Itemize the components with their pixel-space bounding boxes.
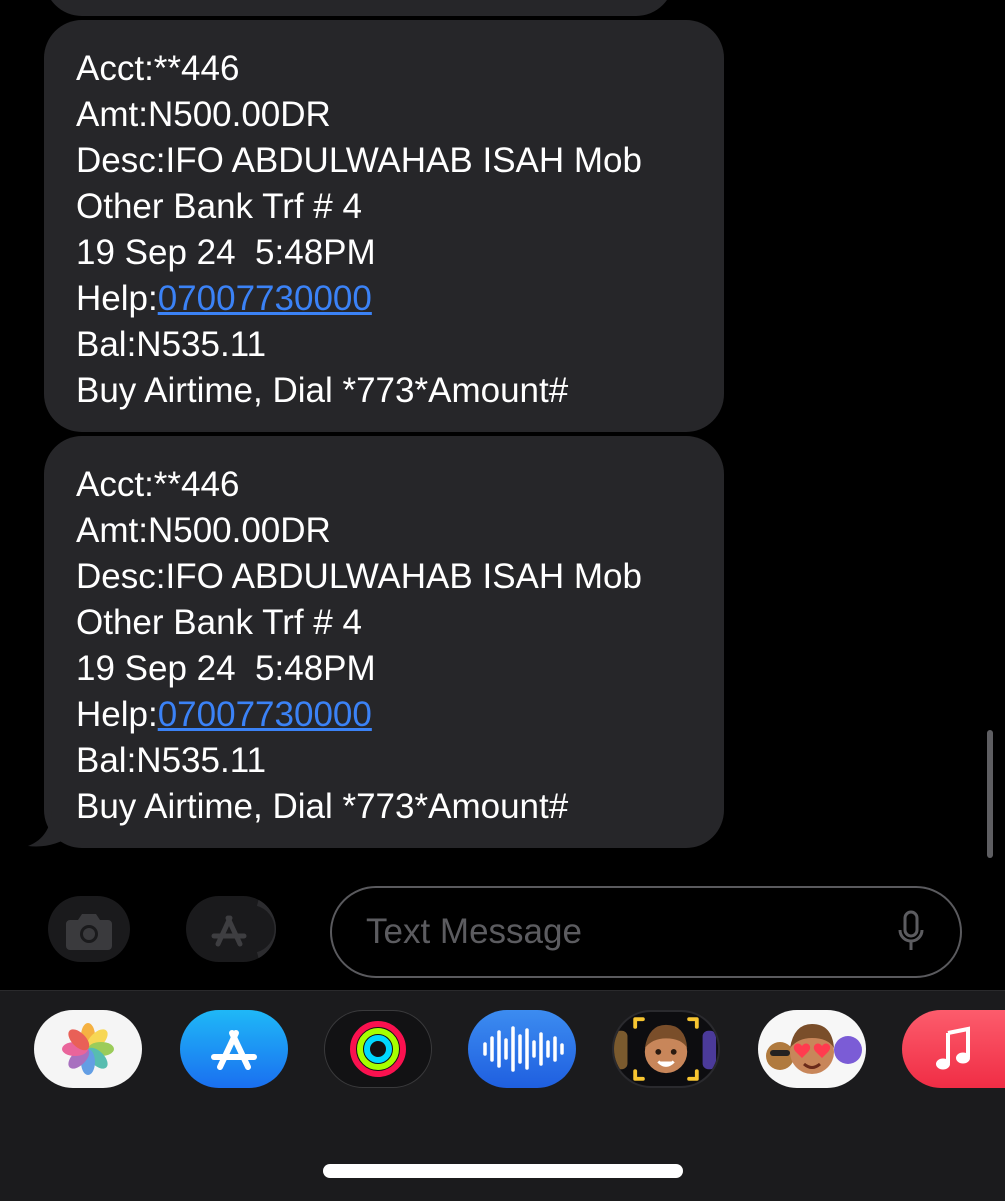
description-line: Desc:IFO ABDULWAHAB ISAH Mob	[76, 557, 642, 596]
help-line: Help:07007730000	[76, 692, 692, 738]
camera-button[interactable]	[48, 896, 130, 962]
scroll-indicator[interactable]	[987, 730, 993, 858]
music-note-icon	[935, 1026, 970, 1070]
description-line: Desc:IFO ABDULWAHAB ISAH Mob	[76, 141, 642, 180]
description-line-2: Other Bank Trf # 4	[76, 603, 362, 642]
camera-icon	[66, 914, 112, 950]
microphone-icon[interactable]	[898, 910, 924, 954]
previous-message-bubble[interactable]	[44, 0, 674, 16]
activity-rings-icon	[350, 1021, 406, 1077]
message-bubble[interactable]: Acct:**446 Amt:N500.00DR Desc:IFO ABDULW…	[44, 436, 724, 848]
app-store-icon	[211, 1030, 257, 1070]
amount-line: Amt:N500.00DR	[76, 95, 331, 134]
audio-message-app[interactable]	[468, 1010, 576, 1088]
apps-button[interactable]	[186, 896, 276, 962]
memoji-icon	[614, 1017, 717, 1081]
home-indicator[interactable]	[323, 1164, 683, 1178]
datetime-line: 19 Sep 24 5:48PM	[76, 233, 376, 272]
app-store-app[interactable]	[180, 1010, 288, 1088]
promo-line: Buy Airtime, Dial *773*Amount#	[76, 371, 569, 410]
message-input[interactable]: Text Message	[330, 886, 962, 978]
help-label: Help:	[76, 695, 158, 734]
audio-waveform-icon	[483, 1026, 564, 1072]
help-phone-link[interactable]: 07007730000	[158, 695, 372, 734]
memoji-app[interactable]	[612, 1010, 720, 1088]
promo-line: Buy Airtime, Dial *773*Amount#	[76, 787, 569, 826]
bubble-tail	[28, 808, 74, 847]
datetime-line: 19 Sep 24 5:48PM	[76, 649, 376, 688]
message-input-placeholder: Text Message	[366, 912, 582, 951]
memoji-stickers-icon	[766, 1024, 862, 1074]
account-line: Acct:**446	[76, 465, 240, 504]
help-phone-link[interactable]: 07007730000	[158, 279, 372, 318]
message-bubble[interactable]: Acct:**446 Amt:N500.00DR Desc:IFO ABDULW…	[44, 20, 724, 432]
activity-app[interactable]	[324, 1010, 432, 1088]
photos-app[interactable]	[34, 1010, 142, 1088]
app-store-icon	[211, 898, 276, 960]
help-label: Help:	[76, 279, 158, 318]
account-line: Acct:**446	[76, 49, 240, 88]
description-line-2: Other Bank Trf # 4	[76, 187, 362, 226]
balance-line: Bal:N535.11	[76, 325, 267, 364]
music-app[interactable]	[902, 1010, 1005, 1088]
amount-line: Amt:N500.00DR	[76, 511, 331, 550]
memoji-stickers-app[interactable]	[758, 1010, 866, 1088]
photos-icon	[62, 1023, 114, 1075]
help-line: Help:07007730000	[76, 276, 692, 322]
balance-line: Bal:N535.11	[76, 741, 267, 780]
